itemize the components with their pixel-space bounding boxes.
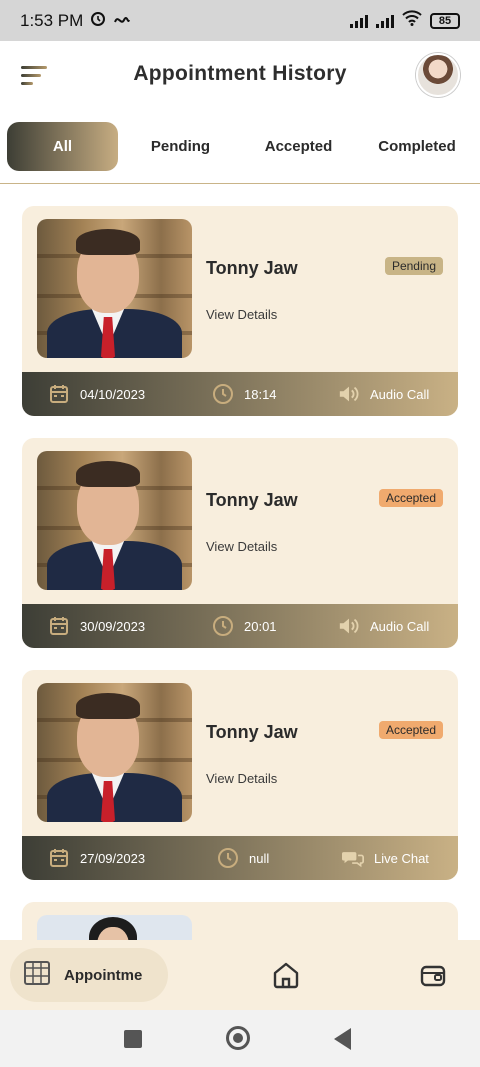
tab-pending[interactable]: Pending <box>125 122 236 171</box>
home-icon <box>272 962 300 993</box>
type-field: Audio Call <box>338 604 429 648</box>
time-field: 18:14 <box>212 372 277 416</box>
avatar[interactable] <box>416 53 460 97</box>
doctor-photo <box>37 451 192 590</box>
appointment-date: 04/10/2023 <box>80 386 146 402</box>
appointment-type: Live Chat <box>374 850 429 866</box>
home-button[interactable] <box>226 1026 250 1050</box>
appointment-time: 18:14 <box>244 386 277 402</box>
bottom-navigation: Appointme <box>0 940 480 1010</box>
appointment-type: Audio Call <box>370 386 430 402</box>
app-header: Appointment History <box>0 41 480 111</box>
recents-button[interactable] <box>124 1030 142 1048</box>
view-details-link[interactable]: View Details <box>206 307 277 322</box>
battery-level: 85 <box>438 14 452 27</box>
back-button[interactable] <box>334 1028 351 1050</box>
doctor-name: Tonny Jaw <box>206 722 298 742</box>
filter-tabs: All Pending Accepted Completed <box>0 122 480 172</box>
wifi-icon <box>402 10 422 31</box>
doctor-photo <box>37 683 192 822</box>
battery-icon: 85 <box>430 12 460 29</box>
doctor-photo <box>37 219 192 358</box>
date-field: 27/09/2023 <box>48 836 145 880</box>
speaker-icon <box>338 615 360 637</box>
wallet-icon <box>420 965 446 992</box>
tab-completed[interactable]: Completed <box>361 122 473 171</box>
type-field: Live Chat <box>342 836 429 880</box>
date-field: 30/09/2023 <box>48 604 145 648</box>
appointment-card[interactable]: Tonny Jaw View Details Accepted 30/09/20… <box>22 438 458 648</box>
tabs-divider <box>0 183 480 184</box>
system-navigation-bar <box>0 1010 480 1067</box>
speaker-icon <box>338 383 360 405</box>
nav-wallet[interactable] <box>420 964 446 993</box>
tab-accepted[interactable]: Accepted <box>243 122 354 171</box>
appointment-info-bar: 30/09/2023 20:01 Audio Call <box>22 604 458 648</box>
appointment-time: 20:01 <box>244 618 277 634</box>
doctor-name: Tonny Jaw <box>206 258 298 278</box>
status-badge: Accepted <box>378 721 443 739</box>
type-field: Audio Call <box>338 372 429 416</box>
signal-icon <box>350 14 368 28</box>
appointment-card[interactable]: Tonny Jaw View Details Pending 04/10/202… <box>22 206 458 416</box>
view-details-link[interactable]: View Details <box>206 539 277 554</box>
nav-home[interactable] <box>272 961 300 994</box>
date-field: 04/10/2023 <box>48 372 145 416</box>
appointments-grid-icon <box>24 960 50 990</box>
tab-all[interactable]: All <box>7 122 118 171</box>
status-badge: Pending <box>384 257 443 275</box>
appointment-time: null <box>249 850 270 866</box>
signal-icon-2 <box>376 14 394 28</box>
chat-bubbles-icon <box>342 847 364 869</box>
appointment-type: Audio Call <box>370 618 430 634</box>
calendar-icon <box>48 615 70 637</box>
clock-icon <box>212 615 234 637</box>
clock-icon <box>212 383 234 405</box>
appointment-date: 27/09/2023 <box>80 850 146 866</box>
time-field: 20:01 <box>212 604 277 648</box>
appointment-card[interactable]: Tonny Jaw View Details Accepted 27/09/20… <box>22 670 458 880</box>
status-time: 1:53 PM <box>20 10 84 30</box>
doctor-name: Tonny Jaw <box>206 490 298 510</box>
app-notification-icon <box>113 11 131 31</box>
appointment-info-bar: 04/10/2023 18:14 Audio Call <box>22 372 458 416</box>
appointment-info-bar: 27/09/2023 null Live Chat <box>22 836 458 880</box>
nav-appointments-label: Appointme <box>64 966 143 984</box>
view-details-link[interactable]: View Details <box>206 771 277 786</box>
nav-appointments[interactable]: Appointme <box>10 948 168 1002</box>
page-title: Appointment History <box>133 62 347 85</box>
time-field: null <box>217 836 269 880</box>
alarm-icon <box>89 9 107 32</box>
clock-icon <box>217 847 239 869</box>
appointment-date: 30/09/2023 <box>80 618 146 634</box>
status-badge: Accepted <box>378 489 443 507</box>
calendar-icon <box>48 383 70 405</box>
calendar-icon <box>48 847 70 869</box>
status-bar: 1:53 PM 85 <box>0 0 480 41</box>
